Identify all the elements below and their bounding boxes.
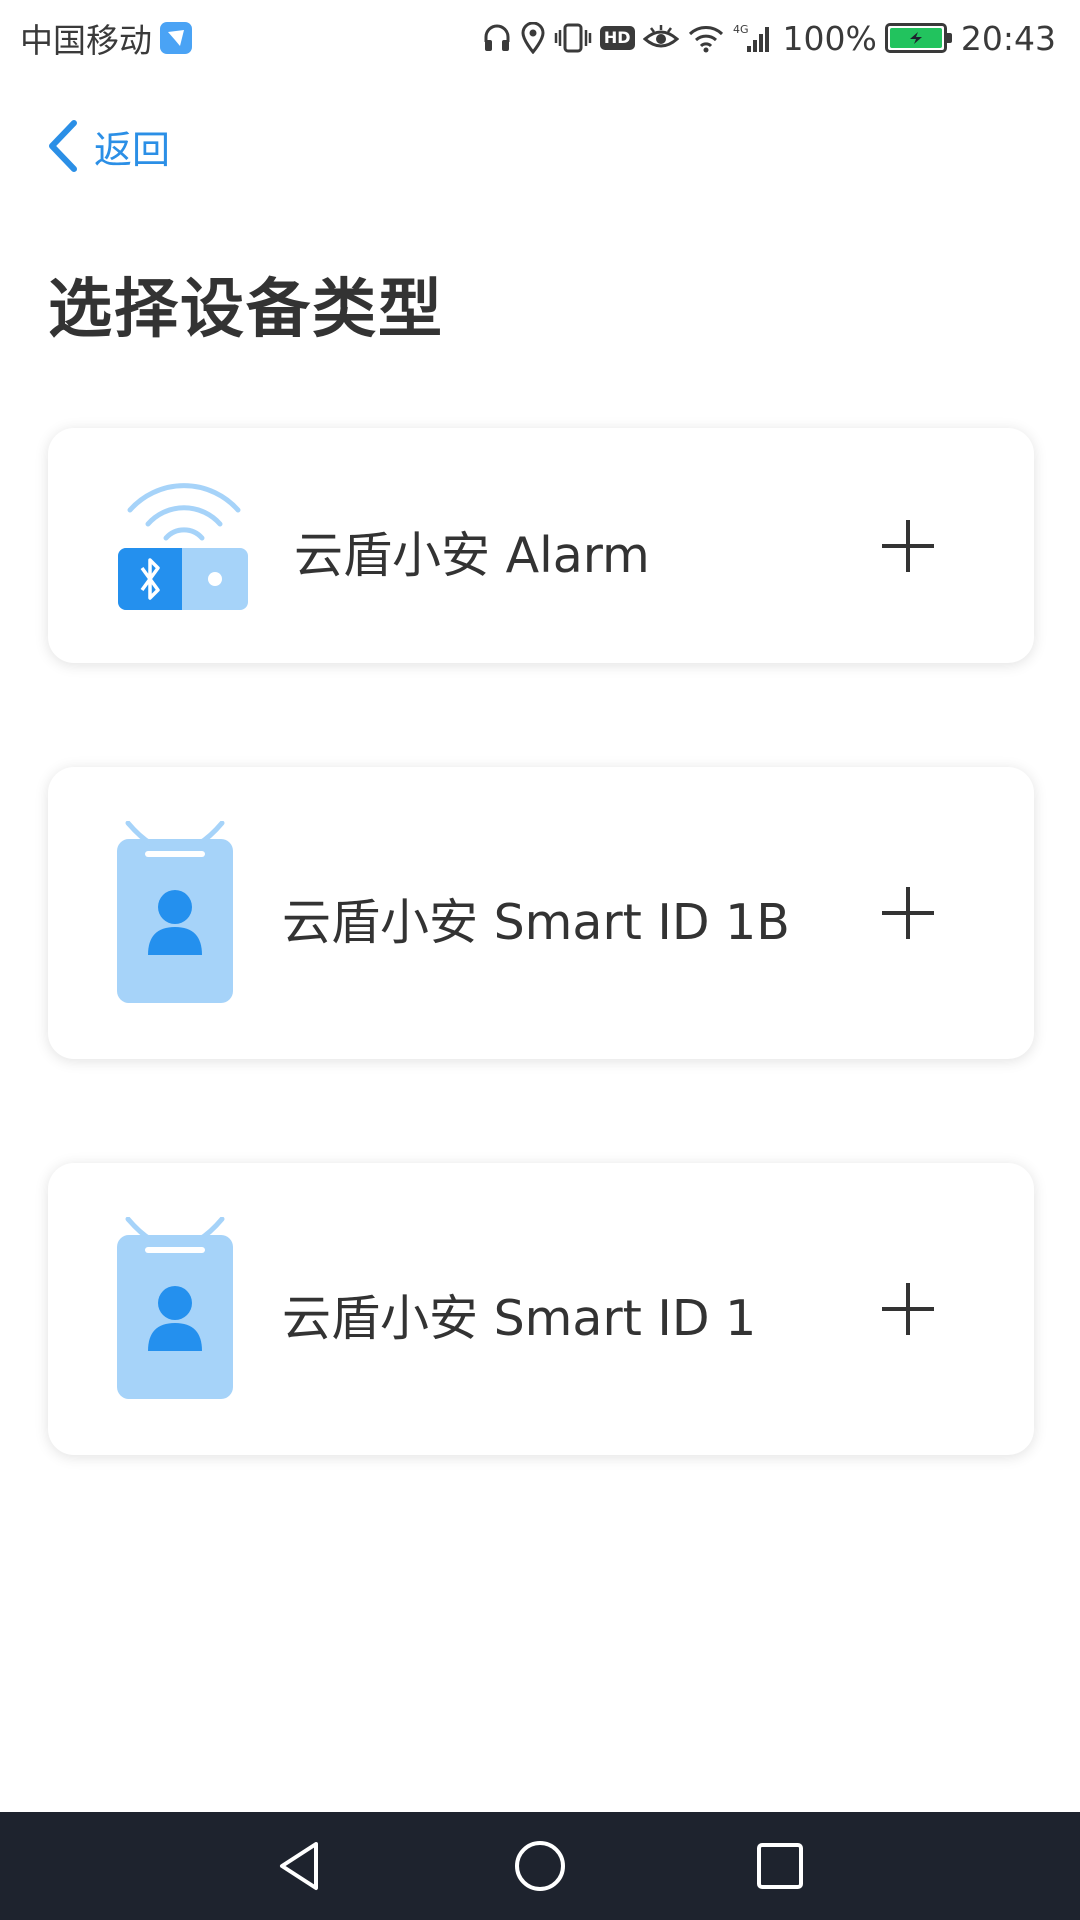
- status-bar: 中国移动 HD 4G 100% 20:43: [0, 0, 1080, 76]
- battery-icon: [884, 23, 952, 53]
- hd-voice-icon: HD: [599, 26, 635, 50]
- battery-charging-icon: [889, 28, 942, 48]
- carrier-name: 中国移动: [20, 21, 152, 60]
- battery-percent: 100%: [782, 18, 877, 58]
- id-badge-icon: [117, 1217, 233, 1399]
- plus-icon[interactable]: [880, 518, 936, 574]
- network-type: 4G: [733, 23, 749, 36]
- status-right: HD 4G 100% 20:43: [482, 19, 1056, 58]
- device-card-smart-id-1b[interactable]: 云盾小安 Smart ID 1B: [48, 767, 1034, 1059]
- vibrate-icon: [554, 22, 592, 54]
- device-label: 云盾小安 Smart ID 1: [282, 1290, 757, 1347]
- nav-home-icon[interactable]: [510, 1836, 570, 1896]
- plus-icon[interactable]: [880, 1281, 936, 1337]
- id-badge-icon: [117, 821, 233, 1003]
- plus-icon[interactable]: [880, 885, 936, 941]
- nav-recents-icon[interactable]: [750, 1836, 810, 1896]
- device-card-smart-id-1[interactable]: 云盾小安 Smart ID 1: [48, 1163, 1034, 1455]
- back-button[interactable]: 返回: [44, 116, 170, 176]
- cellular-signal-icon: 4G: [733, 22, 775, 54]
- location-icon: [520, 22, 546, 54]
- device-label: 云盾小安 Alarm: [294, 527, 650, 584]
- chevron-left-icon: [49, 120, 77, 172]
- clock: 20:43: [960, 18, 1056, 58]
- alarm-device-icon: [118, 483, 248, 610]
- wifi-icon: [687, 23, 725, 53]
- device-card-alarm[interactable]: 云盾小安 Alarm: [48, 428, 1034, 663]
- eye-icon: [642, 23, 679, 53]
- page-title: 选择设备类型: [48, 273, 444, 347]
- back-label: 返回: [94, 127, 171, 172]
- status-left: 中国移动: [20, 14, 192, 62]
- app-notification-icon: [160, 22, 192, 54]
- screen: 中国移动 HD 4G 100% 20:43 返回 选择设备类型 云盾小安 Ala…: [0, 0, 1080, 1920]
- headset-icon: [482, 22, 512, 54]
- nav-back-icon[interactable]: [270, 1836, 330, 1896]
- system-nav-bar: [0, 1812, 1080, 1920]
- device-label: 云盾小安 Smart ID 1B: [282, 894, 790, 951]
